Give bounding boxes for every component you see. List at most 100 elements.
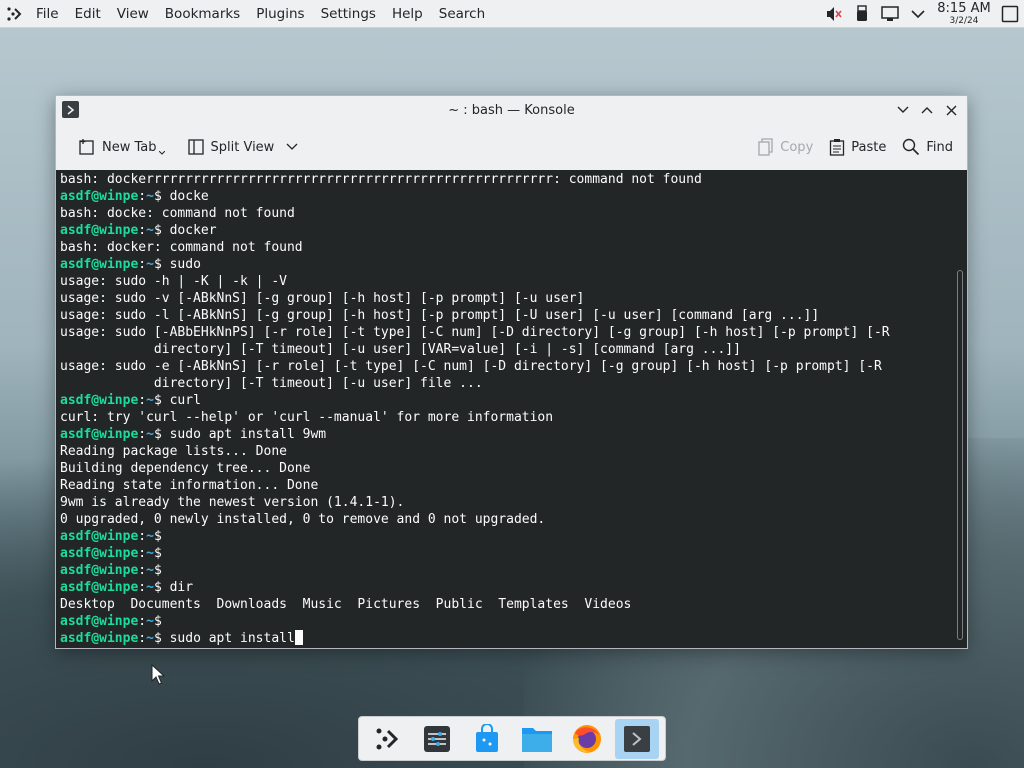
split-view-label: Split View [210,139,275,155]
prompt-user: asdf@winpe [60,393,139,408]
output-text: Desktop Documents Downloads Music Pictur… [60,597,632,612]
window-controls [891,99,963,121]
terminal-output-line: usage: sudo [-ABbEHkNnPS] [-r role] [-t … [60,324,890,341]
find-label: Find [926,139,953,155]
konsole-window: ~ : bash — Konsole New Tab Split View Co… [55,95,968,649]
terminal-output-line: Reading package lists... Done [60,443,890,460]
chevron-down-icon [286,143,298,150]
output-text: usage: sudo [-ABbEHkNnPS] [-r role] [-t … [60,325,890,340]
discover-store-icon[interactable] [465,719,509,759]
clock-time: 8:15 AM [937,0,991,16]
global-menu: File Edit View Bookmarks Plugins Setting… [28,0,493,28]
minimize-button[interactable] [891,99,915,121]
prompt-separator: : [138,257,147,272]
terminal-output-line: usage: sudo -h | -K | -k | -V [60,273,890,290]
prompt-dollar: $ [153,563,170,578]
terminal-output-line: Reading state information... Done [60,477,890,494]
volume-muted-icon[interactable] [820,0,848,28]
copy-icon [758,138,773,156]
command-text: sudo apt install 9wm [169,427,327,442]
konsole-app-icon[interactable] [62,101,79,118]
prompt-user: asdf@winpe [60,580,139,595]
terminal-command-line: asdf@winpe:~$ docker [60,222,890,239]
prompt-dollar: $ [153,546,170,561]
terminal-command-line: asdf@winpe:~$ sudo apt install [60,630,890,647]
konsole-icon[interactable] [615,718,659,759]
terminal-output-line: 0 upgraded, 0 newly installed, 0 to remo… [60,511,890,528]
prompt-path: ~ [146,223,154,238]
firefox-icon[interactable] [565,719,609,759]
menu-search[interactable]: Search [431,0,493,28]
prompt-path: ~ [146,257,154,272]
command-text: sudo apt install [169,631,295,646]
terminal-output-line: curl: try 'curl --help' or 'curl --manua… [60,409,890,426]
output-text: directory] [-T timeout] [-u user] file .… [60,376,483,391]
prompt-dollar: $ [153,223,170,238]
paste-label: Paste [851,139,887,155]
prompt-path: ~ [146,427,154,442]
taskbar [358,716,666,761]
usb-device-icon[interactable] [848,0,876,28]
terminal-output-line: 9wm is already the newest version (1.4.1… [60,494,890,511]
text-cursor [294,630,303,645]
terminal-output-line: usage: sudo -e [-ABkNnS] [-r role] [-t t… [60,358,890,375]
prompt-separator: : [138,563,147,578]
output-text: bash: dockerrrrrrrrrrrrrrrrrrrrrrrrrrrrr… [60,172,702,187]
copy-label: Copy [780,139,814,155]
new-tab-chevron-icon [158,151,165,155]
prompt-dollar: $ [153,614,170,629]
terminal-output-line: bash: docke: command not found [60,205,890,222]
menu-file[interactable]: File [28,0,67,28]
menu-settings[interactable]: Settings [313,0,384,28]
network-icon[interactable] [876,0,904,28]
prompt-separator: : [138,631,147,646]
new-tab-icon [79,139,94,155]
chevron-down-icon[interactable] [904,0,932,28]
close-button[interactable] [939,99,963,121]
output-text: usage: sudo -l [-ABkNnS] [-g group] [-h … [60,308,820,323]
prompt-dollar: $ [153,580,170,595]
command-text: docke [169,189,209,204]
prompt-path: ~ [146,393,154,408]
prompt-separator: : [138,529,147,544]
maximize-button[interactable] [915,99,939,121]
prompt-path: ~ [146,563,154,578]
prompt-user: asdf@winpe [60,614,139,629]
menu-help[interactable]: Help [384,0,431,28]
menu-edit[interactable]: Edit [67,0,109,28]
terminal-scrollbar[interactable] [957,270,963,640]
output-text: curl: try 'curl --help' or 'curl --manua… [60,410,554,425]
clock[interactable]: 8:15 AM 3/2/24 [932,0,996,27]
copy-button[interactable]: Copy [750,131,821,163]
terminal-command-line: asdf@winpe:~$ sudo [60,256,890,273]
menu-view[interactable]: View [109,0,157,28]
prompt-user: asdf@winpe [60,563,139,578]
menu-plugins[interactable]: Plugins [248,0,312,28]
output-text: usage: sudo -v [-ABkNnS] [-g group] [-h … [60,291,585,306]
prompt-path: ~ [146,614,154,629]
paste-button[interactable]: Paste [821,131,894,163]
prompt-dollar: $ [153,427,170,442]
output-text: directory] [-T timeout] [-u user] [VAR=v… [60,342,741,357]
prompt-path: ~ [146,580,154,595]
app-launcher-icon[interactable] [0,0,28,28]
system-settings-icon[interactable] [415,719,459,759]
system-tray: 8:15 AM 3/2/24 [820,0,1024,28]
prompt-path: ~ [146,631,154,646]
file-manager-icon[interactable] [515,719,559,759]
show-desktop-icon[interactable] [996,0,1024,28]
prompt-dollar: $ [153,393,170,408]
application-launcher-icon[interactable] [365,719,409,759]
output-text: 9wm is already the newest version (1.4.1… [60,495,405,510]
terminal-output-line: Building dependency tree... Done [60,460,890,477]
prompt-separator: : [138,614,147,629]
paste-icon [830,139,845,156]
terminal-view[interactable]: bash: dockerrrrrrrrrrrrrrrrrrrrrrrrrrrrr… [56,170,967,648]
split-view-button[interactable]: Split View [179,131,313,163]
prompt-dollar: $ [153,529,170,544]
output-text: usage: sudo -e [-ABkNnS] [-r role] [-t t… [60,359,882,374]
menu-bookmarks[interactable]: Bookmarks [157,0,248,28]
find-button[interactable]: Find [894,131,961,163]
titlebar[interactable]: ~ : bash — Konsole [56,96,967,124]
new-tab-button[interactable]: New Tab [70,131,179,163]
